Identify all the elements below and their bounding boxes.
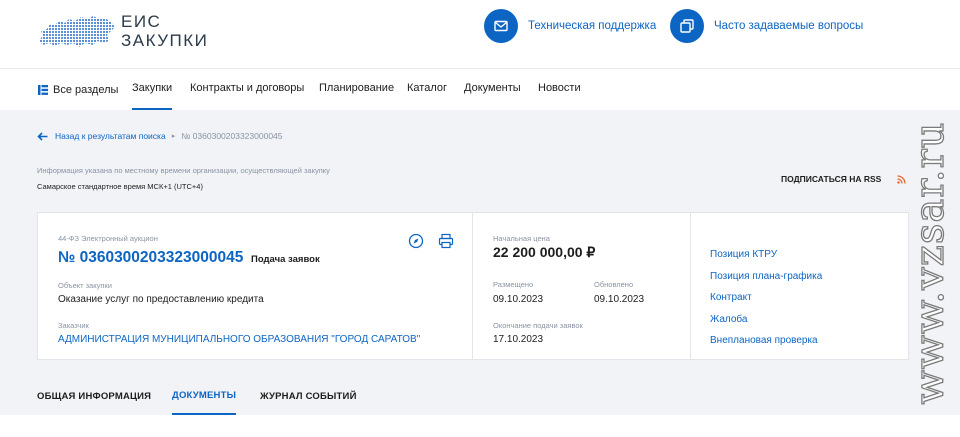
main-nav: Все разделы Закупки Контракты и договоры… [0,68,960,110]
content-bottom [0,415,960,437]
rss-subscribe-link[interactable]: ПОДПИСАТЬСЯ НА RSS [781,174,906,184]
back-to-results-link[interactable]: Назад к результатам поиска [37,131,166,141]
faq-label: Часто задаваемые вопросы [714,20,864,32]
nav-label: Все разделы [53,83,119,96]
mail-icon [484,9,518,43]
related-links: Позиция КТРУ Позиция плана-графика Контр… [690,213,908,359]
eis-logo[interactable]: ЕИС ЗАКУПКИ [37,12,208,50]
deadline-label: Окончание подачи заявок [493,321,583,330]
rss-label: ПОДПИСАТЬСЯ НА RSS [781,174,882,184]
support-button[interactable]: Техническая поддержка [484,9,656,43]
purchase-tabs: ОБЩАЯ ИНФОРМАЦИЯ ДОКУМЕНТЫ ЖУРНАЛ СОБЫТИ… [0,378,960,415]
link-contract[interactable]: Контракт [710,292,752,303]
nav-item-contracts[interactable]: Контракты и договоры [190,69,304,110]
russia-map-icon [39,16,115,47]
watermark-text: www.vzsar.ru [906,121,953,405]
compass-icon[interactable] [408,233,424,249]
object-label: Объект закупки [58,281,112,290]
nav-item-all-sections[interactable]: Все разделы [37,69,118,110]
print-icon[interactable] [438,233,454,249]
posted-label: Размещено [493,280,534,289]
object-value: Оказание услуг по предоставлению кредита [58,294,264,305]
copy-icon [670,9,704,43]
purchase-main-info: 44-ФЗ Электронный аукцион № 036030020332… [38,213,472,359]
customer-link[interactable]: АДМИНИСТРАЦИЯ МУНИЦИПАЛЬНОГО ОБРАЗОВАНИЯ… [58,334,420,345]
link-unscheduled-inspection[interactable]: Внеплановая проверка [710,335,818,346]
deadline-value: 17.10.2023 [493,334,544,345]
nav-item-news[interactable]: Новости [538,69,581,110]
breadcrumb: Назад к результатам поиска ▸ № 036030020… [37,131,283,141]
faq-button[interactable]: Часто задаваемые вопросы [670,9,863,43]
customer-label: Заказчик [58,321,89,330]
support-label: Техническая поддержка [528,20,657,32]
timezone-value: Самарское стандартное время МСК+1 (UTC+4… [37,182,203,191]
nav-item-documents[interactable]: Документы [464,69,521,110]
purchase-stage: Подача заявок [251,254,320,265]
nav-item-planning[interactable]: Планирование [319,69,394,110]
link-ktru-position[interactable]: Позиция КТРУ [710,249,777,260]
nav-item-purchases[interactable]: Закупки [132,69,173,110]
purchase-type: 44-ФЗ Электронный аукцион [58,234,158,243]
site-header: ЕИС ЗАКУПКИ Техническая поддержка Часто … [0,0,960,68]
price-label: Начальная цена [493,234,550,243]
breadcrumb-separator: ▸ [171,133,176,140]
tab-documents[interactable]: ДОКУМЕНТЫ [172,378,237,415]
posted-value: 09.10.2023 [493,294,544,305]
logo-line-2: ЗАКУПКИ [121,31,209,50]
link-complaint[interactable]: Жалоба [710,314,747,325]
updated-label: Обновлено [594,280,634,289]
purchase-number-link[interactable]: № 0360300203323000045 [58,249,243,267]
back-label: Назад к результатам поиска [55,131,166,141]
tab-event-log[interactable]: ЖУРНАЛ СОБЫТИЙ [260,378,357,415]
watermark: www.vzsar.ru [902,98,958,428]
timezone-info: Информация указана по местному времени о… [37,166,330,175]
purchase-card: 44-ФЗ Электронный аукцион № 036030020332… [37,212,909,360]
price-value: 22 200 000,00 ₽ [493,244,596,260]
arrow-left-icon [37,131,48,141]
logo-line-1: ЕИС [121,12,162,31]
sections-icon [38,84,48,95]
link-plan-schedule-position[interactable]: Позиция плана-графика [710,271,822,282]
purchase-price-dates: Начальная цена 22 200 000,00 ₽ Размещено… [472,213,690,359]
breadcrumb-current: № 0360300203323000045 [181,131,283,141]
tab-general-info[interactable]: ОБЩАЯ ИНФОРМАЦИЯ [37,378,151,415]
nav-item-catalog[interactable]: Каталог [407,69,447,110]
updated-value: 09.10.2023 [594,294,645,305]
